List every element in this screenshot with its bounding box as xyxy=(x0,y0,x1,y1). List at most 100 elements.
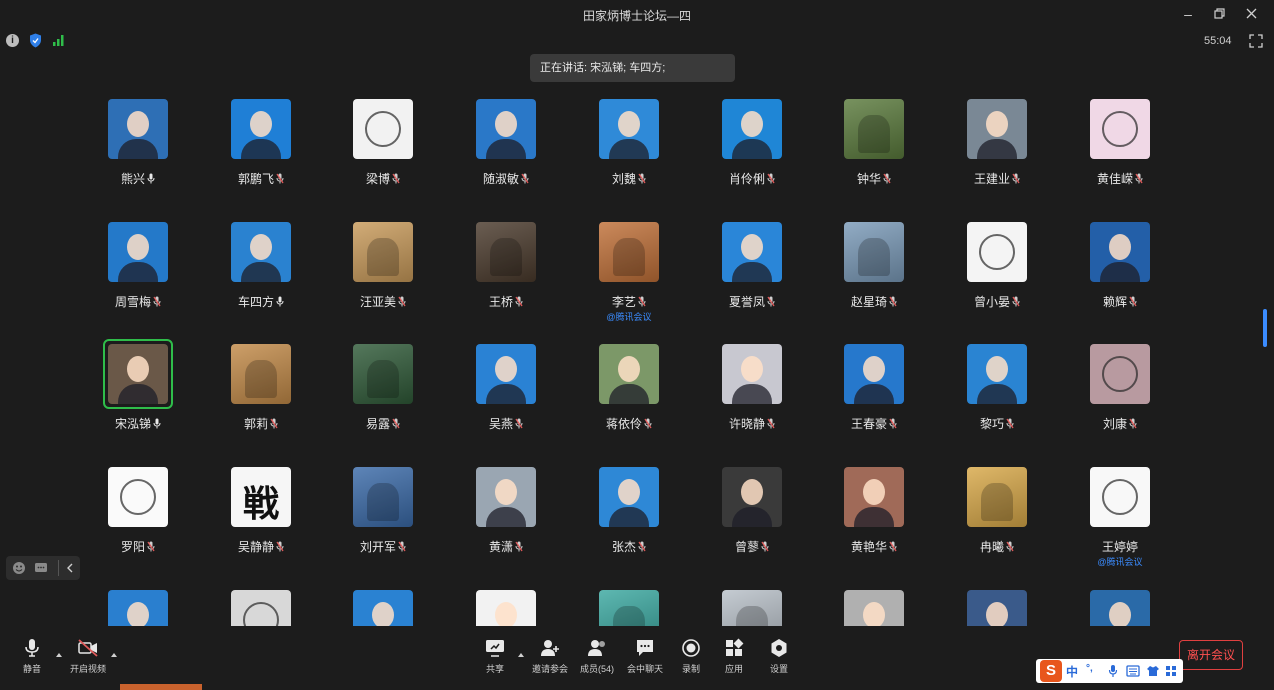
participant-tile[interactable]: 赵星琦 xyxy=(819,222,929,332)
participant-tile[interactable]: 熊兴 xyxy=(83,99,193,209)
members-button[interactable]: 成员(54) xyxy=(572,638,622,682)
avatar xyxy=(231,99,291,159)
mute-button[interactable]: 静音 xyxy=(7,638,57,682)
participant-tile[interactable]: 张杰 xyxy=(574,467,684,577)
avatar xyxy=(108,590,168,626)
source-badge: @腾讯会议 xyxy=(606,312,652,322)
leave-meeting-button[interactable]: 离开会议 xyxy=(1179,640,1243,670)
video-button[interactable]: 开启视频 xyxy=(63,638,113,682)
share-options-caret-icon[interactable] xyxy=(517,652,525,658)
participant-name: 王建业 xyxy=(973,172,1010,186)
participant-name-row: 黄佳嵘 xyxy=(1065,170,1175,187)
participant-tile[interactable]: 吴燕 xyxy=(451,344,561,454)
invite-label: 邀请参会 xyxy=(531,664,568,674)
video-options-caret-icon[interactable] xyxy=(110,652,118,658)
participant-tile[interactable]: 黎巧 xyxy=(942,344,1052,454)
settings-button[interactable]: 设置 xyxy=(754,638,804,682)
participant-name-row: 赖辉 xyxy=(1065,293,1175,310)
avatar xyxy=(353,467,413,527)
participant-tile[interactable]: 戦吴静静 xyxy=(206,467,316,577)
participant-tile[interactable] xyxy=(83,590,193,626)
chat-label: 会中聊天 xyxy=(626,664,663,674)
participant-tile[interactable] xyxy=(819,590,929,626)
participant-tile[interactable]: 赖辉 xyxy=(1065,222,1175,332)
participant-tile[interactable]: 王婷婷 @腾讯会议 xyxy=(1065,467,1175,577)
invite-button[interactable]: 邀请参会 xyxy=(525,638,575,682)
participant-name: 夏誉凤 xyxy=(728,295,765,309)
participant-tile[interactable]: 王春豪 xyxy=(819,344,929,454)
avatar xyxy=(231,222,291,282)
participant-tile[interactable]: 许晓静 xyxy=(697,344,807,454)
participant-name-row: 梁博 xyxy=(328,170,438,187)
participant-tile[interactable]: 车四方 xyxy=(206,222,316,332)
participant-tile[interactable]: 郭莉 xyxy=(206,344,316,454)
avatar xyxy=(476,344,536,404)
participant-tile[interactable]: 周雪梅 xyxy=(83,222,193,332)
participant-name-row: 王婷婷 xyxy=(1065,538,1175,555)
participant-tile[interactable]: 王桥 xyxy=(451,222,561,332)
participant-tile[interactable] xyxy=(697,590,807,626)
microphone-muted-icon xyxy=(761,541,769,552)
apps-button[interactable]: 应用 xyxy=(709,638,759,682)
share-button[interactable]: 共享 xyxy=(470,638,520,682)
participant-tile[interactable]: 肖伶俐 xyxy=(697,99,807,209)
participant-name-row: 刘魏 xyxy=(574,170,684,187)
microphone-muted-icon xyxy=(276,541,284,552)
participant-tile[interactable]: 刘魏 xyxy=(574,99,684,209)
participant-tile[interactable]: 黄潇 xyxy=(451,467,561,577)
chat-button[interactable]: 会中聊天 xyxy=(620,638,670,682)
participant-tile[interactable] xyxy=(206,590,316,626)
avatar xyxy=(476,99,536,159)
participant-tile[interactable] xyxy=(942,590,1052,626)
participant-tile[interactable]: 曾蓼 xyxy=(697,467,807,577)
microphone-muted-icon xyxy=(398,296,406,307)
scrollbar-thumb[interactable] xyxy=(1263,309,1267,347)
ime-grid-icon[interactable] xyxy=(1165,665,1177,677)
ime-punct[interactable]: °, xyxy=(1086,663,1093,674)
participant-tile[interactable]: 李艺 @腾讯会议 xyxy=(574,222,684,332)
ime-mode[interactable]: 中 xyxy=(1066,663,1078,680)
participant-name-row: 冉曦 xyxy=(942,538,1052,555)
participant-name: 蒋依伶 xyxy=(605,417,642,431)
participant-name: 黎巧 xyxy=(979,417,1004,431)
participant-tile[interactable]: 随淑敏 xyxy=(451,99,561,209)
ime-keyboard-icon[interactable] xyxy=(1126,665,1140,677)
participant-tile[interactable]: 夏誉凤 xyxy=(697,222,807,332)
participant-name-row: 车四方 xyxy=(206,293,316,310)
emoji-icon[interactable] xyxy=(12,561,26,575)
participant-tile[interactable]: 罗阳 xyxy=(83,467,193,577)
collapse-icon[interactable] xyxy=(66,563,74,573)
participant-name-row: 郭鹏飞 xyxy=(206,170,316,187)
participant-tile[interactable]: 刘开军 xyxy=(328,467,438,577)
mute-options-caret-icon[interactable] xyxy=(55,652,63,658)
participant-tile[interactable] xyxy=(328,590,438,626)
participant-tile[interactable]: 曾小晏 xyxy=(942,222,1052,332)
ime-toolbar: S 中 °, xyxy=(1036,659,1183,683)
ime-logo[interactable]: S xyxy=(1040,660,1062,682)
participant-tile[interactable]: 汪亚美 xyxy=(328,222,438,332)
ime-skin-icon[interactable] xyxy=(1146,665,1160,677)
microphone-muted-icon xyxy=(515,541,523,552)
participant-tile[interactable]: 宋泓锑 xyxy=(83,339,193,454)
participant-tile[interactable] xyxy=(574,590,684,626)
settings-label: 设置 xyxy=(769,664,788,674)
participant-tile[interactable]: 易露 xyxy=(328,344,438,454)
avatar xyxy=(1090,99,1150,159)
participant-tile[interactable]: 钟华 xyxy=(819,99,929,209)
participant-tile[interactable]: 冉曦 xyxy=(942,467,1052,577)
participant-tile[interactable]: 刘康 xyxy=(1065,344,1175,454)
participant-tile[interactable]: 王建业 xyxy=(942,99,1052,209)
microphone-muted-icon xyxy=(1129,296,1137,307)
chat-bubble-icon[interactable] xyxy=(34,561,48,575)
avatar xyxy=(722,222,782,282)
participant-tile[interactable]: 梁博 xyxy=(328,99,438,209)
participant-tile[interactable]: 蒋依伶 xyxy=(574,344,684,454)
participant-tile[interactable]: 黄佳嵘 xyxy=(1065,99,1175,209)
participant-name-row: 王建业 xyxy=(942,170,1052,187)
participant-tile[interactable] xyxy=(451,590,561,626)
participant-tile[interactable]: 黄艳华 xyxy=(819,467,929,577)
ime-microphone-icon[interactable] xyxy=(1108,664,1118,678)
participant-tile[interactable] xyxy=(1065,590,1175,626)
participant-name: 周雪梅 xyxy=(114,295,151,309)
participant-tile[interactable]: 郭鹏飞 xyxy=(206,99,316,209)
